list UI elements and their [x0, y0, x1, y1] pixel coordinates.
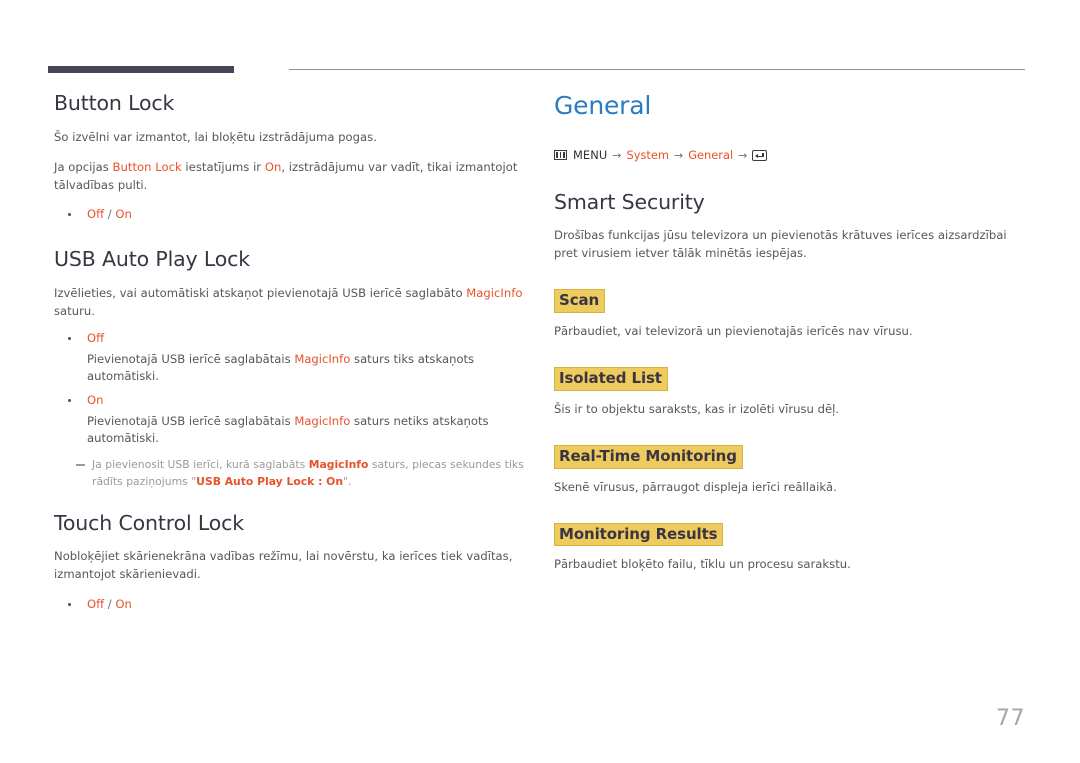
paragraph-button-lock-1: Šo izvēlni var izmantot, lai bloķētu izs… — [54, 129, 377, 144]
top-rule-thin-line — [289, 69, 1025, 70]
paragraph-touch-control-lock-1: Nobloķējiet skārienekrāna vadības režīmu… — [54, 549, 513, 582]
list-item-label: Off — [87, 330, 105, 345]
paragraph-isolated-list: Šis ir to objektu saraksts, kas ir izolē… — [554, 401, 840, 416]
subsection-real-time-monitoring: Real-Time Monitoring Skenē vīrusus, pārr… — [554, 444, 1024, 497]
left-column: Button Lock Šo izvēlni var izmantot, lai… — [54, 91, 524, 624]
subsection-title-monitoring-results: Monitoring Results — [554, 522, 724, 547]
bullet-list-touch-control-lock-options: Off / On — [54, 596, 524, 614]
paragraph-smart-security-intro: Drošības funkcijas jūsu televizora un pi… — [554, 228, 1007, 261]
paragraph-button-lock-2: Ja opcijas Button Lock iestatījums ir On… — [54, 159, 518, 192]
menu-path-item-system: System — [626, 147, 669, 162]
paragraph-usb-auto-play-lock-1: Izvēlieties, vai automātiski atskaņot pi… — [54, 286, 523, 318]
bullet-list-usb-auto-play-lock-options: Off Pievienotajā USB ierīcē saglabātais … — [54, 330, 524, 448]
paragraph-monitoring-results: Pārbaudiet bloķēto failu, tīklu un proce… — [554, 557, 851, 572]
section-title-usb-auto-play-lock: USB Auto Play Lock — [54, 247, 251, 272]
list-item: Off / On — [54, 596, 524, 614]
subsection-scan: Scan Pārbaudiet, vai televizorā un pievi… — [554, 289, 1024, 341]
page-number: 77 — [996, 706, 1025, 731]
list-item: Off / On — [54, 206, 524, 224]
chapter-title-general: General — [554, 91, 652, 120]
list-item-description: Pievienotajā USB ierīcē saglabātais Magi… — [87, 351, 475, 384]
arrow-icon: → — [738, 148, 748, 162]
bullet-list-button-lock-options: Off / On — [54, 206, 524, 224]
menu-path-item-general: General — [688, 147, 734, 162]
list-item-label: On — [87, 392, 104, 407]
section-title-smart-security: Smart Security — [554, 189, 705, 214]
section-title-button-lock: Button Lock — [54, 91, 175, 115]
note-usb-auto-play-lock: Ja pievienosit USB ierīci, kurā saglabāt… — [76, 457, 524, 489]
list-item-description: Pievienotajā USB ierīcē saglabātais Magi… — [87, 413, 489, 446]
menu-icon — [554, 150, 567, 161]
arrow-icon: → — [612, 148, 622, 162]
subsection-monitoring-results: Monitoring Results Pārbaudiet bloķēto fa… — [554, 522, 1024, 575]
menu-path-root-label: MENU — [573, 147, 608, 162]
enter-key-icon — [752, 149, 768, 161]
subsection-title-scan: Scan — [554, 289, 606, 314]
section-title-touch-control-lock: Touch Control Lock — [54, 510, 245, 535]
arrow-icon: → — [674, 148, 684, 162]
page-top-rule — [48, 66, 1025, 73]
list-item: Off Pievienotajā USB ierīcē saglabātais … — [54, 330, 524, 386]
top-rule-thick-bar — [48, 66, 234, 73]
right-column: General MENU → System → General → Smart … — [554, 92, 1024, 586]
subsection-title-isolated-list: Isolated List — [554, 367, 668, 391]
paragraph-real-time-monitoring: Skenē vīrusus, pārraugot displeja ierīci… — [554, 479, 837, 494]
list-item: On Pievienotajā USB ierīcē saglabātais M… — [54, 392, 524, 448]
subsection-title-real-time-monitoring: Real-Time Monitoring — [554, 444, 743, 469]
subsection-isolated-list: Isolated List Šis ir to objektu saraksts… — [554, 367, 1024, 419]
paragraph-scan: Pārbaudiet, vai televizorā un pievienota… — [554, 324, 913, 339]
manual-page: Button Lock Šo izvēlni var izmantot, lai… — [0, 0, 1080, 763]
menu-path-breadcrumb: MENU → System → General → — [554, 147, 1024, 162]
